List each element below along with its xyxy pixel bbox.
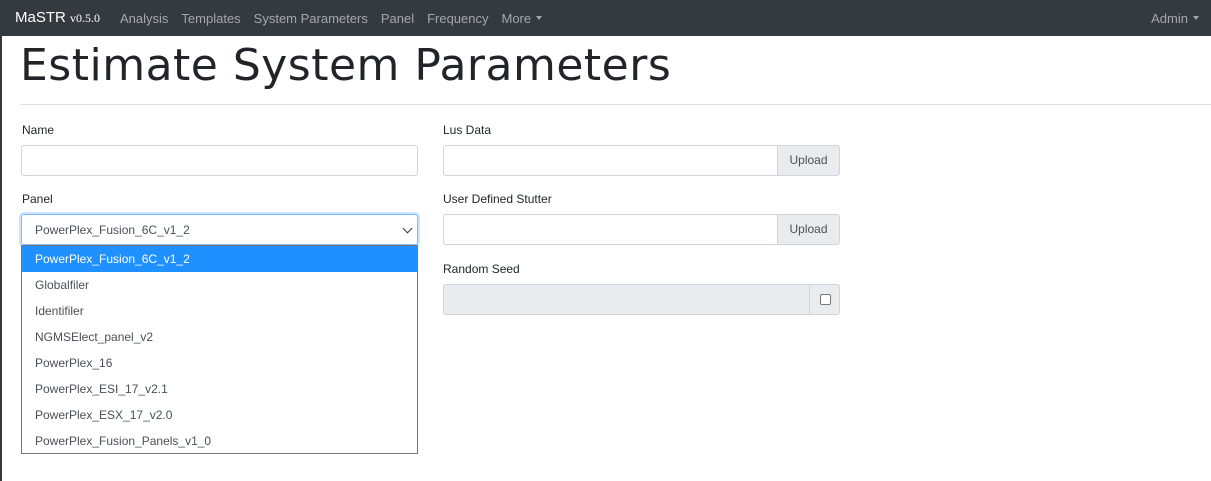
random-seed-checkbox[interactable] [820, 294, 831, 305]
nav-links: Analysis Templates System Parameters Pan… [120, 11, 555, 26]
admin-label: Admin [1151, 11, 1188, 26]
random-seed-addon [809, 284, 840, 315]
brand-version: v0.5.0 [70, 11, 101, 25]
caret-down-icon [536, 16, 543, 20]
name-label: Name [22, 123, 55, 137]
top-navbar: MaSTR v0.5.0 Analysis Templates System P… [0, 0, 1211, 36]
nav-system-parameters[interactable]: System Parameters [254, 11, 368, 26]
random-seed-input[interactable] [443, 284, 810, 315]
divider [20, 104, 1211, 105]
stutter-label: User Defined Stutter [443, 192, 552, 206]
left-border [0, 36, 2, 481]
panel-option[interactable]: PowerPlex_ESI_17_v2.1 [22, 376, 417, 402]
panel-option[interactable]: PowerPlex_16 [22, 350, 417, 376]
nav-analysis[interactable]: Analysis [120, 11, 168, 26]
nav-more-dropdown[interactable]: More [502, 11, 543, 26]
panel-option[interactable]: PowerPlex_Fusion_6C_v1_2 [22, 246, 417, 272]
panel-select[interactable]: PowerPlex_Fusion_6C_v1_2 [21, 214, 418, 245]
panel-selected-value: PowerPlex_Fusion_6C_v1_2 [35, 223, 190, 237]
lus-data-input[interactable] [443, 145, 778, 176]
lus-data-label: Lus Data [443, 123, 492, 137]
nav-frequency[interactable]: Frequency [427, 11, 488, 26]
panel-label: Panel [22, 192, 53, 206]
brand[interactable]: MaSTR v0.5.0 [15, 9, 100, 26]
name-input[interactable] [21, 145, 418, 176]
brand-name: MaSTR [15, 9, 66, 26]
caret-down-icon [1193, 16, 1199, 20]
admin-menu[interactable]: Admin [1151, 11, 1199, 26]
stutter-input[interactable] [443, 214, 778, 245]
lus-upload-button[interactable]: Upload [777, 145, 840, 176]
random-seed-label: Random Seed [443, 262, 520, 276]
stutter-upload-button[interactable]: Upload [777, 214, 840, 245]
panel-option[interactable]: PowerPlex_ESX_17_v2.0 [22, 402, 417, 428]
nav-panel[interactable]: Panel [381, 11, 414, 26]
panel-option[interactable]: Identifiler [22, 298, 417, 324]
panel-dropdown-list: PowerPlex_Fusion_6C_v1_2 Globalfiler Ide… [21, 245, 418, 454]
page-title: Estimate System Parameters [20, 40, 672, 91]
nav-more-label: More [501, 11, 532, 26]
panel-option[interactable]: PowerPlex_Fusion_Panels_v1_0 [22, 428, 417, 454]
panel-option[interactable]: NGMSElect_panel_v2 [22, 324, 417, 350]
chevron-down-icon [402, 223, 413, 234]
nav-templates[interactable]: Templates [181, 11, 240, 26]
panel-option[interactable]: Globalfiler [22, 272, 417, 298]
